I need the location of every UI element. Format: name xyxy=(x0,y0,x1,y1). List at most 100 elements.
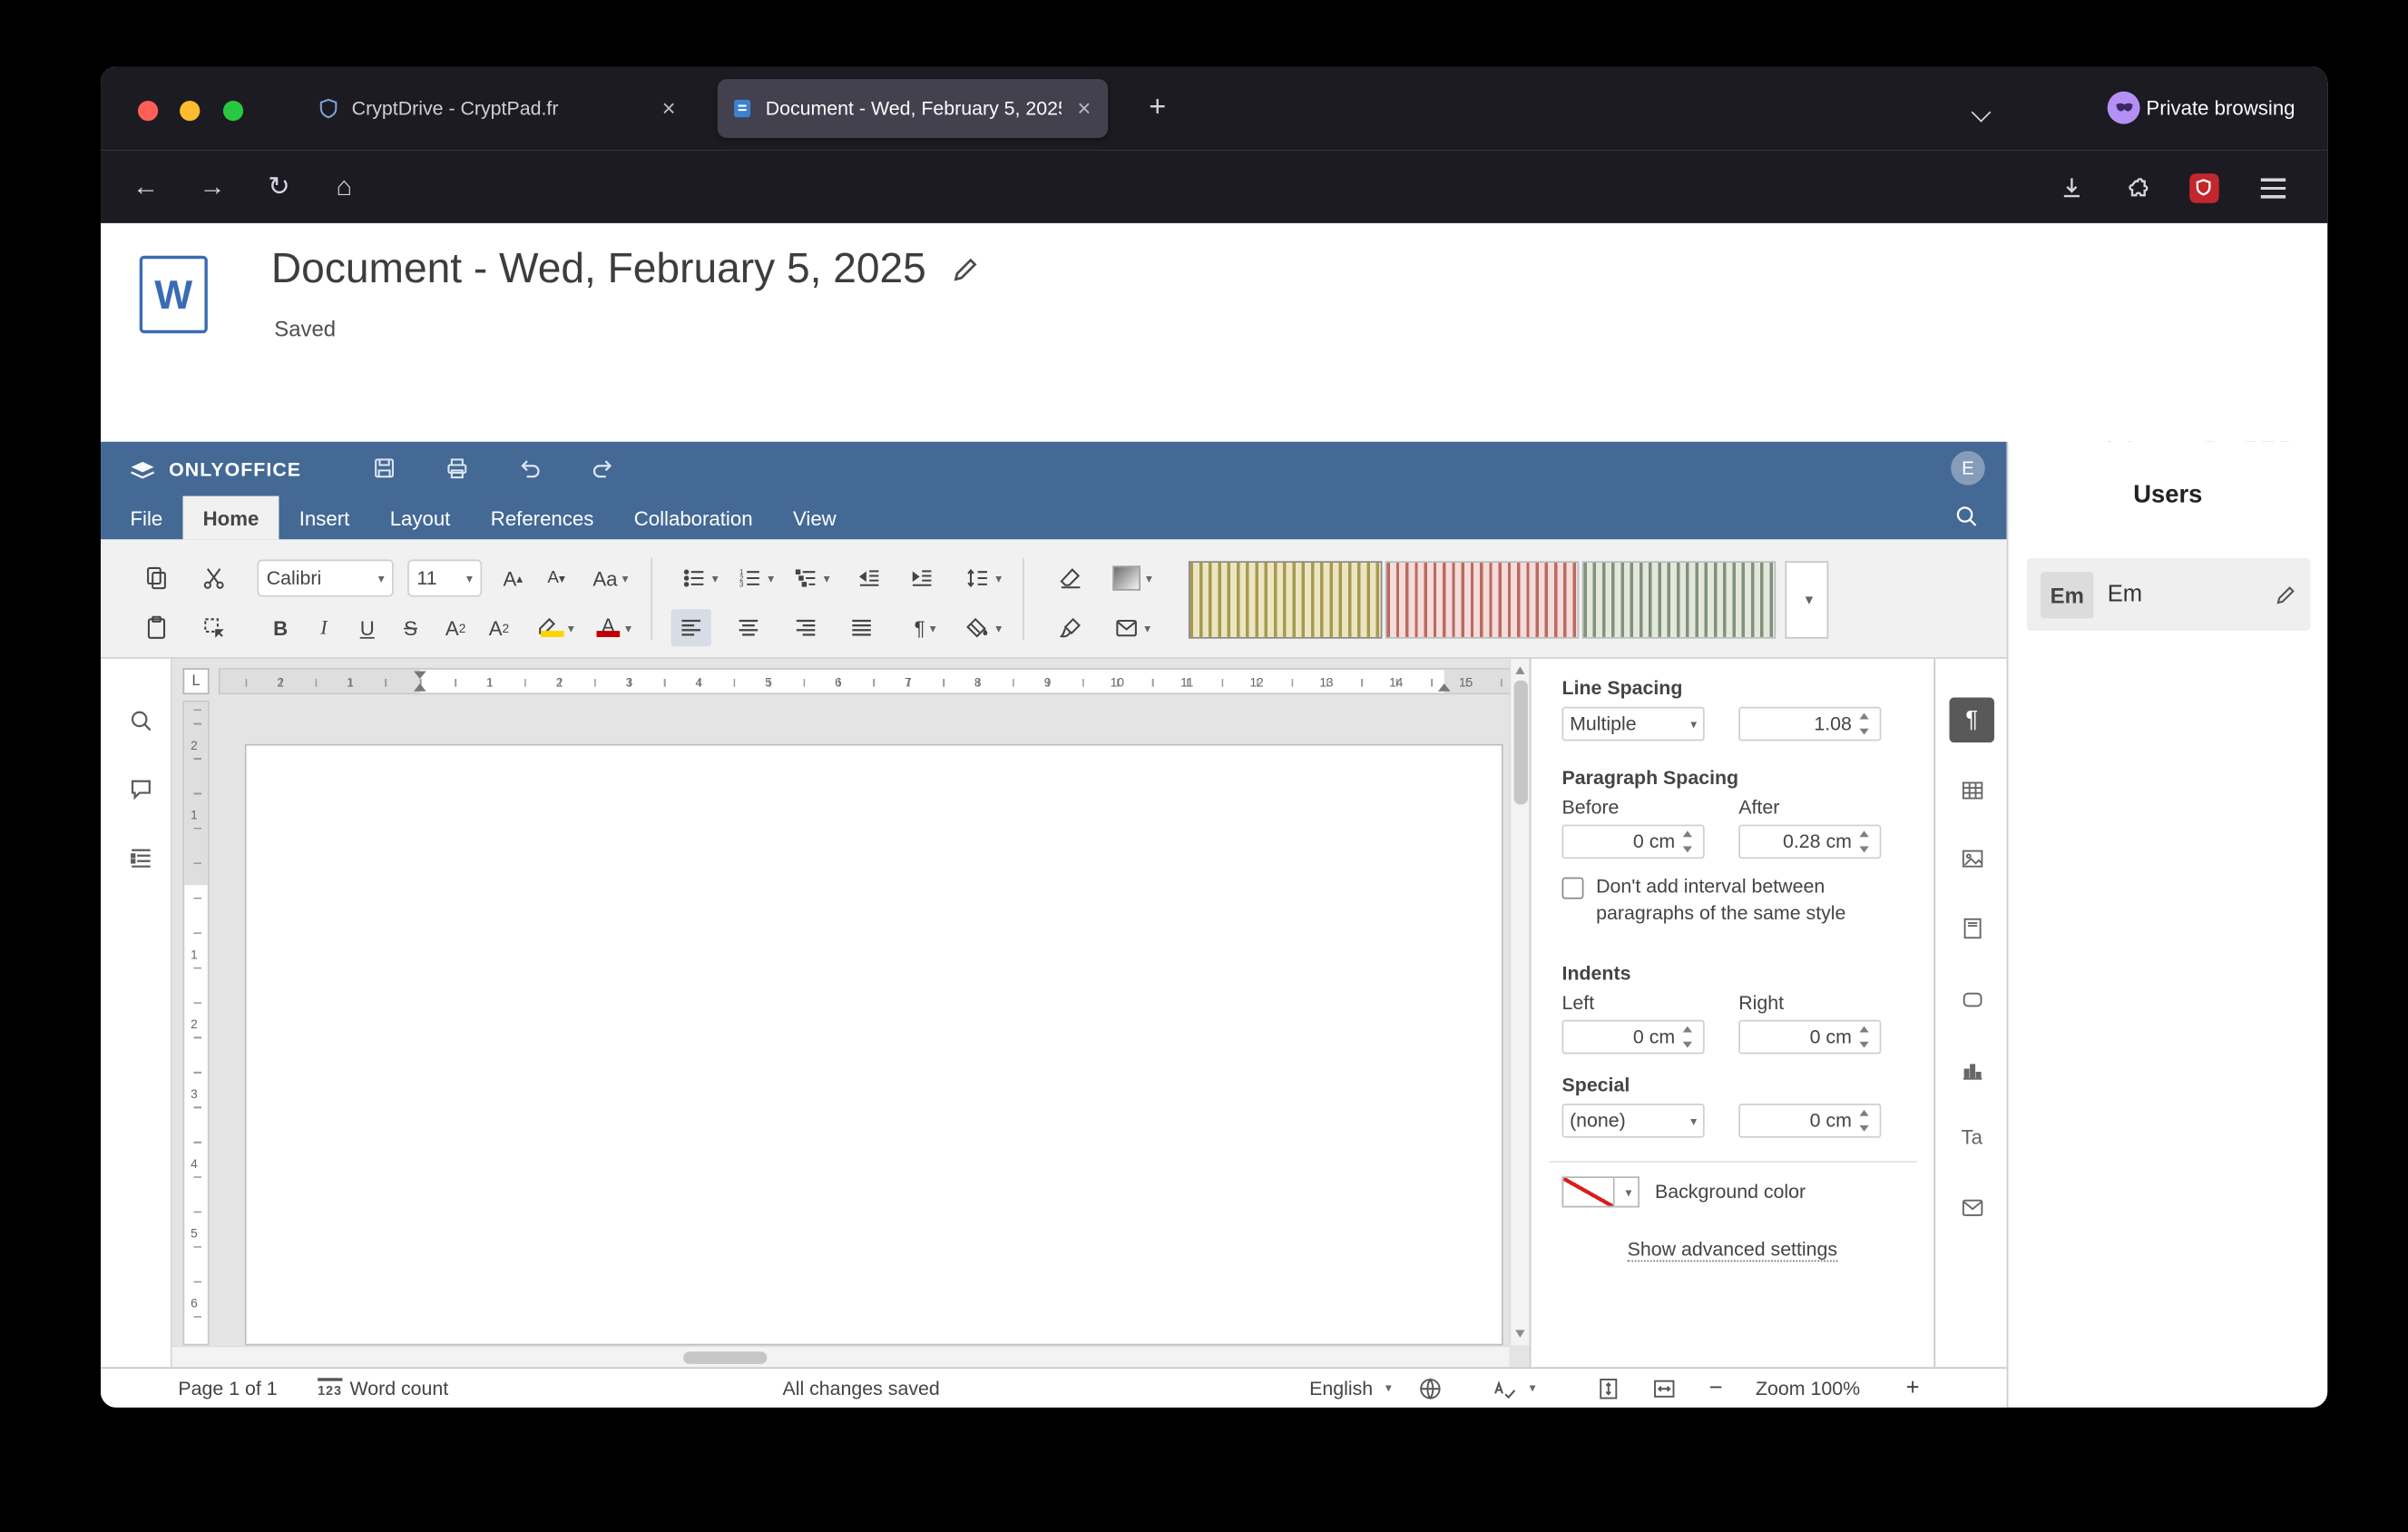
special-value-spinner[interactable]: 0 cm xyxy=(1738,1104,1881,1138)
back-button[interactable]: ← xyxy=(120,162,172,212)
menu-home[interactable]: Home xyxy=(182,496,279,540)
spinner-arrows[interactable] xyxy=(1855,1105,1873,1136)
paste-button[interactable] xyxy=(136,609,176,646)
font-color-button[interactable]: A▾ xyxy=(587,609,640,646)
vertical-scrollbar[interactable] xyxy=(1509,659,1529,1346)
clear-style-button[interactable] xyxy=(1051,560,1091,597)
table-settings-tab[interactable] xyxy=(1950,767,1995,812)
change-case-button[interactable]: Aa▾ xyxy=(582,560,638,597)
paragraph-settings-tab[interactable]: ¶ xyxy=(1950,698,1995,743)
shading-button[interactable]: ▾ xyxy=(957,609,1010,646)
special-select[interactable]: (none)▾ xyxy=(1562,1104,1705,1138)
word-count-button[interactable]: 123Word count xyxy=(318,1369,448,1408)
spellcheck-button[interactable]: ▾ xyxy=(1493,1369,1536,1408)
font-name-select[interactable]: Calibri▾ xyxy=(258,560,394,597)
extensions-button[interactable] xyxy=(2112,162,2165,212)
nonprinting-characters-button[interactable]: ¶▾ xyxy=(899,609,952,646)
find-button[interactable] xyxy=(122,702,160,740)
justify-button[interactable] xyxy=(841,609,881,646)
increment-font-button[interactable]: A▴ xyxy=(493,560,533,597)
fit-page-button[interactable] xyxy=(1596,1369,1620,1408)
window-close-button[interactable] xyxy=(138,101,158,121)
tab-document[interactable]: Document - Wed, February 5, 2025 × xyxy=(718,79,1108,138)
style-preview-normal[interactable] xyxy=(1189,561,1382,638)
spinner-arrows[interactable] xyxy=(1679,826,1697,857)
print-button[interactable] xyxy=(436,448,479,488)
page-indicator[interactable]: Page 1 of 1 xyxy=(178,1369,277,1408)
shape-settings-tab[interactable] xyxy=(1950,977,1995,1022)
list-tabs-button[interactable] xyxy=(1974,99,1988,127)
underline-button[interactable]: U xyxy=(347,609,387,646)
cut-button[interactable] xyxy=(193,560,233,597)
image-settings-tab[interactable] xyxy=(1950,836,1995,881)
numbering-button[interactable]: 123▾ xyxy=(729,560,782,597)
superscript-button[interactable]: A2 xyxy=(436,609,475,646)
editor-search-button[interactable] xyxy=(1954,504,1979,533)
background-color-dropdown[interactable]: ▾ xyxy=(1615,1176,1640,1207)
vertical-scroll-thumb[interactable] xyxy=(1514,681,1528,805)
paragraph-color-button[interactable]: ▾ xyxy=(1103,560,1162,597)
line-spacing-value-spinner[interactable]: 1.08 xyxy=(1738,707,1881,741)
font-size-select[interactable]: 11▾ xyxy=(407,560,482,597)
home-button[interactable]: ⌂ xyxy=(318,162,370,212)
spinner-arrows[interactable] xyxy=(1855,1021,1873,1052)
style-preview-no-spacing[interactable] xyxy=(1385,561,1579,638)
zoom-in-button[interactable]: + xyxy=(1906,1369,1920,1408)
app-menu-button[interactable] xyxy=(2246,162,2299,212)
first-line-indent-marker[interactable] xyxy=(414,672,426,680)
save-button[interactable] xyxy=(363,448,406,488)
document-page[interactable] xyxy=(245,744,1503,1346)
menu-layout[interactable]: Layout xyxy=(369,496,470,540)
decrement-font-button[interactable]: A▾ xyxy=(536,560,576,597)
chart-settings-tab[interactable] xyxy=(1950,1046,1995,1092)
menu-file[interactable]: File xyxy=(110,496,182,540)
background-color-swatch[interactable] xyxy=(1562,1176,1615,1207)
line-spacing-button[interactable]: ▾ xyxy=(957,560,1010,597)
select-all-button[interactable] xyxy=(193,609,233,646)
highlight-color-button[interactable]: ▾ xyxy=(525,609,584,646)
increase-indent-button[interactable] xyxy=(902,560,942,597)
tab-close-icon[interactable]: × xyxy=(1074,95,1094,122)
italic-button[interactable]: I xyxy=(304,609,344,646)
spinner-arrows[interactable] xyxy=(1679,1021,1697,1052)
vertical-ruler[interactable]: 21123456 xyxy=(183,701,210,1345)
ublock-button[interactable] xyxy=(2178,162,2230,212)
forward-button[interactable]: → xyxy=(186,162,239,212)
tab-cryptdrive[interactable]: CryptDrive - CryptPad.fr × xyxy=(304,79,693,138)
reload-button[interactable]: ↻ xyxy=(252,162,305,212)
align-center-button[interactable] xyxy=(729,609,768,646)
language-select[interactable]: English▾ xyxy=(1309,1369,1392,1408)
subscript-button[interactable]: A2 xyxy=(479,609,519,646)
menu-view[interactable]: View xyxy=(773,496,857,540)
align-left-button[interactable] xyxy=(671,609,711,646)
scroll-down-button[interactable] xyxy=(1515,1330,1524,1338)
decrease-indent-button[interactable] xyxy=(849,560,889,597)
document-title[interactable]: Document - Wed, February 5, 2025 xyxy=(271,245,926,293)
textart-settings-tab[interactable]: Ta xyxy=(1950,1115,1995,1160)
copy-button[interactable] xyxy=(136,560,176,597)
style-gallery-expand-button[interactable]: ▾ xyxy=(1785,561,1828,638)
zoom-out-button[interactable]: − xyxy=(1709,1369,1723,1408)
rename-pencil-icon[interactable] xyxy=(951,255,979,283)
window-minimize-button[interactable] xyxy=(181,101,201,121)
downloads-button[interactable] xyxy=(2045,162,2098,212)
spinner-arrows[interactable] xyxy=(1855,826,1873,857)
fit-width-button[interactable] xyxy=(1652,1369,1677,1408)
zoom-level[interactable]: Zoom 100% xyxy=(1756,1369,1860,1408)
spacing-after-spinner[interactable]: 0.28 cm xyxy=(1738,825,1881,859)
tab-stop-selector[interactable]: L xyxy=(183,668,210,694)
navigation-button[interactable] xyxy=(122,839,160,876)
tab-close-icon[interactable]: × xyxy=(659,95,679,122)
spacing-before-spinner[interactable]: 0 cm xyxy=(1562,825,1705,859)
left-indent-marker[interactable] xyxy=(414,683,426,692)
interval-checkbox[interactable] xyxy=(1562,878,1584,899)
editor-user-avatar[interactable]: E xyxy=(1951,451,1985,486)
align-right-button[interactable] xyxy=(786,609,826,646)
mailmerge-settings-tab[interactable] xyxy=(1950,1184,1995,1230)
horizontal-scrollbar[interactable] xyxy=(172,1345,1510,1367)
line-spacing-select[interactable]: Multiple▾ xyxy=(1562,707,1705,741)
horizontal-scroll-thumb[interactable] xyxy=(683,1350,767,1363)
horizontal-ruler[interactable]: 21123456789101112131415 xyxy=(219,668,1511,694)
style-preview-heading[interactable] xyxy=(1582,561,1776,638)
mail-merge-button[interactable]: ▾ xyxy=(1103,609,1162,646)
